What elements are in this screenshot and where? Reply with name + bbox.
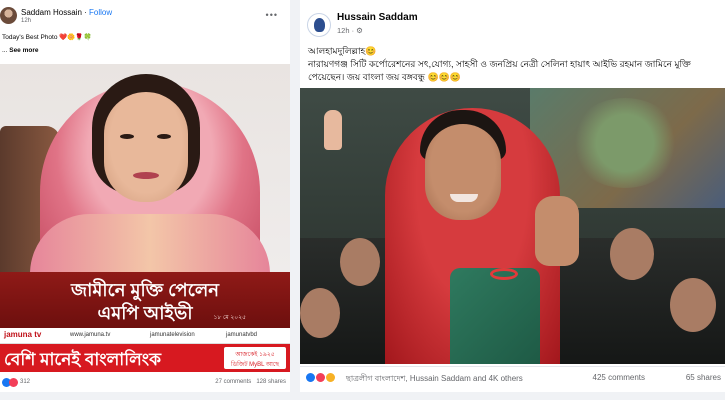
author-line: Saddam Hossain · Follow xyxy=(21,8,112,17)
see-more-link[interactable]: See more xyxy=(9,47,38,54)
separator: · xyxy=(81,8,90,17)
author-name[interactable]: Hussain Saddam xyxy=(337,12,418,23)
post-text-line-3: পেয়েছেন। জয় বাংলা জয় বঙ্গবন্ধু 😊😊😊 xyxy=(308,72,462,82)
ad-banner: বেশি মানেই বাংলালিংক আজকেই ১৯২৫ ডিজিট My… xyxy=(0,344,290,372)
post-time[interactable]: 12h · ⚙ xyxy=(337,26,363,35)
person-shape xyxy=(610,228,654,280)
column-divider xyxy=(290,0,300,400)
reactions-bar: ছাত্রলীগ বাংলাদেশ, Hussain Saddam and 4K… xyxy=(300,366,725,388)
love-reaction-icon[interactable] xyxy=(316,373,325,382)
face-shape xyxy=(425,124,501,220)
news-date: ১৮ মে ২০২৫ xyxy=(213,315,246,321)
headline-line-2: এমপি আইভী xyxy=(97,303,193,323)
news-banner: জামীনে মুক্তি পেলেন এমপি আইভী ১৮ মে ২০২৫ xyxy=(0,272,290,328)
post-time[interactable]: 12h xyxy=(21,18,31,24)
screenshot-collage: Saddam Hossain · Follow 12h ••• Today's … xyxy=(0,0,725,400)
left-post-header: Saddam Hossain · Follow 12h ••• xyxy=(0,4,290,24)
raised-hand-shape xyxy=(324,110,342,150)
reactions-bar: 312 27 comments 128 shares xyxy=(0,376,290,390)
eye-shape xyxy=(157,134,171,139)
reactions-count[interactable]: 312 xyxy=(20,379,30,385)
care-reaction-icon[interactable] xyxy=(326,373,335,382)
ad-slogan: বেশি মানেই বাংলালিংক xyxy=(4,350,161,369)
victory-hand-shape xyxy=(535,196,579,266)
channel-facebook: jamunatelevision xyxy=(150,332,195,338)
left-post: Saddam Hossain · Follow 12h ••• Today's … xyxy=(0,0,290,400)
reaction-names[interactable]: ছাত্রলীগ বাংলাদেশ, Hussain Saddam and 4K… xyxy=(346,373,523,386)
ad-line-2: ডিজিট MyBL আছে xyxy=(231,362,279,368)
bottom-gap xyxy=(0,392,725,400)
face-shape xyxy=(104,92,188,202)
smile-shape xyxy=(450,194,478,202)
shares-count[interactable]: 128 shares xyxy=(256,379,286,385)
right-post: Hussain Saddam 12h · ⚙ আলহামদুলিল্লাহ😊 ন… xyxy=(300,0,725,400)
person-shape xyxy=(340,238,380,286)
eye-shape xyxy=(120,134,134,139)
avatar[interactable] xyxy=(0,7,17,24)
mural-tree-shape xyxy=(570,98,680,188)
post-text: Today's Best Photo ❤️🌼🌹🍀 xyxy=(2,34,92,41)
avatar[interactable] xyxy=(307,13,331,37)
post-photo[interactable] xyxy=(0,64,290,272)
person-shape xyxy=(670,278,716,332)
comments-count[interactable]: 425 comments xyxy=(593,373,645,382)
shawl-shape xyxy=(450,268,540,364)
person-shape xyxy=(300,288,340,338)
see-more-line: ... See more xyxy=(2,47,39,54)
channel-logo: jamuna tv xyxy=(4,330,42,339)
follow-button[interactable]: Follow xyxy=(89,8,112,17)
ad-box: আজকেই ১৯২৫ ডিজিট MyBL আছে xyxy=(224,347,286,369)
channel-website: www.jamuna.tv xyxy=(70,332,111,338)
love-reaction-icon[interactable] xyxy=(9,378,18,387)
lips-shape xyxy=(133,172,159,179)
shares-count[interactable]: 65 shares xyxy=(686,373,721,382)
engagement-stats: 27 comments 128 shares xyxy=(215,379,286,385)
bangle-shape xyxy=(490,268,518,280)
body-shape xyxy=(30,214,270,272)
channel-youtube: jamunatvbd xyxy=(226,332,258,338)
channel-strip: jamuna tv www.jamuna.tv jamunatelevision… xyxy=(0,328,290,344)
like-reaction-icon[interactable] xyxy=(306,373,315,382)
more-dots-icon[interactable]: ••• xyxy=(266,10,278,20)
post-photo[interactable] xyxy=(300,88,725,364)
comments-count[interactable]: 27 comments xyxy=(215,379,251,385)
author-name[interactable]: Saddam Hossain xyxy=(21,8,82,17)
